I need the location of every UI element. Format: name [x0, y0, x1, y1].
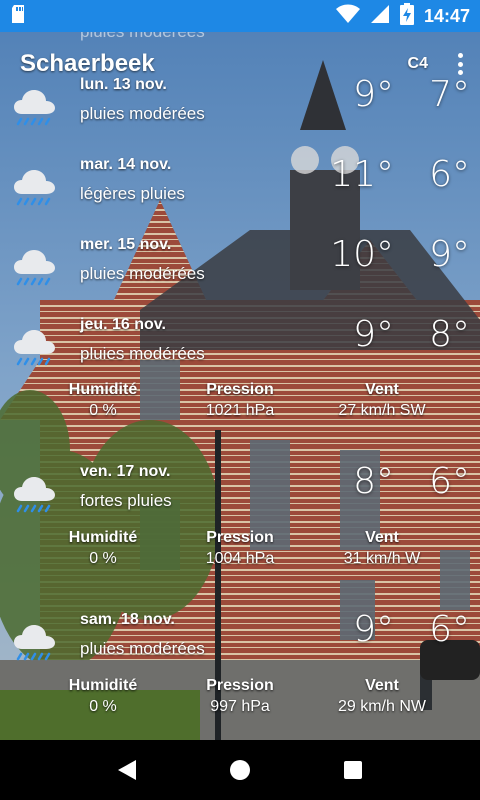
forecast-description: fortes pluies	[80, 491, 172, 510]
humidity-label: Humidité	[68, 529, 138, 546]
humidity-block: Humidité 0 %	[23, 381, 183, 420]
forecast-min-temp: 9°	[429, 234, 470, 275]
forecast-min-temp: 6°	[429, 461, 470, 502]
app-bar: Schaerbeek C4	[0, 32, 480, 96]
forecast-details: Humidité 0 % Pression 1021 hPa Vent 27 k…	[0, 381, 480, 431]
wifi-icon	[335, 4, 360, 29]
pressure-label: Pression	[206, 381, 274, 398]
pressure-label: Pression	[206, 529, 274, 546]
battery-charging-icon	[399, 2, 414, 30]
forecast-description: pluies modérées	[80, 639, 205, 658]
pressure-value: 1021 hPa	[205, 402, 275, 419]
forecast-min-temp: 6°	[429, 154, 470, 195]
forecast-max-temp: 9°	[353, 609, 394, 650]
forecast-description: pluies modérées	[80, 104, 205, 123]
forecast-row[interactable]: mer. 15 nov. pluies modérées 10° 9°	[0, 234, 480, 314]
cell-signal-icon	[370, 4, 390, 29]
rain-cloud-icon	[12, 324, 58, 370]
forecast-date: sam. 18 nov.	[80, 611, 175, 628]
forecast-details: Humidité 0 % Pression 1004 hPa Vent 31 k…	[0, 529, 480, 579]
forecast-description: légères pluies	[80, 184, 185, 203]
wind-block: Vent 31 km/h W	[302, 529, 462, 568]
forecast-list[interactable]: lun. 13 nov. pluies modérées 9° 7° mar. …	[0, 0, 480, 740]
humidity-block: Humidité 0 %	[23, 529, 183, 568]
humidity-value: 0 %	[89, 698, 117, 715]
forecast-max-temp: 10°	[330, 234, 394, 275]
forecast-date: mer. 15 nov.	[80, 236, 172, 253]
forecast-description: pluies modérées	[80, 264, 205, 283]
rain-cloud-icon	[12, 619, 58, 665]
home-circle-icon[interactable]	[220, 750, 260, 790]
navigation-bar	[0, 740, 480, 800]
wind-label: Vent	[365, 677, 399, 694]
sd-card-icon	[10, 4, 28, 29]
forecast-date: ven. 17 nov.	[80, 463, 171, 480]
location-code-button[interactable]: C4	[408, 55, 428, 73]
rain-cloud-icon	[12, 244, 58, 290]
forecast-description: pluies modérées	[80, 344, 205, 363]
wind-label: Vent	[365, 381, 399, 398]
back-triangle-icon[interactable]	[107, 750, 147, 790]
wind-block: Vent 27 km/h SW	[302, 381, 462, 420]
pressure-block: Pression 1004 hPa	[160, 529, 320, 568]
status-bar: 14:47	[0, 0, 480, 32]
pressure-value: 997 hPa	[210, 698, 270, 715]
more-vert-icon[interactable]	[456, 53, 464, 75]
pressure-value: 1004 hPa	[205, 550, 275, 567]
wind-label: Vent	[365, 529, 399, 546]
humidity-label: Humidité	[68, 677, 138, 694]
location-title[interactable]: Schaerbeek	[20, 50, 155, 78]
forecast-min-temp: 8°	[429, 314, 470, 355]
forecast-row[interactable]: mar. 14 nov. légères pluies 11° 6°	[0, 154, 480, 234]
forecast-date: mar. 14 nov.	[80, 156, 172, 173]
forecast-max-temp: 9°	[353, 314, 394, 355]
wind-value: 31 km/h W	[343, 550, 421, 567]
pressure-label: Pression	[206, 677, 274, 694]
pressure-block: Pression 997 hPa	[160, 677, 320, 716]
forecast-max-temp: 8°	[353, 461, 394, 502]
rain-cloud-icon	[12, 471, 58, 517]
recents-square-icon[interactable]	[333, 750, 373, 790]
forecast-details: Humidité 0 % Pression 997 hPa Vent 29 km…	[0, 677, 480, 727]
forecast-max-temp: 11°	[330, 154, 394, 195]
wind-block: Vent 29 km/h NW	[302, 677, 462, 716]
humidity-label: Humidité	[68, 381, 138, 398]
status-time: 14:47	[423, 5, 470, 26]
humidity-value: 0 %	[89, 402, 117, 419]
forecast-min-temp: 6°	[429, 609, 470, 650]
wind-value: 27 km/h SW	[338, 402, 426, 419]
humidity-value: 0 %	[89, 550, 117, 567]
wind-value: 29 km/h NW	[337, 698, 426, 715]
pressure-block: Pression 1021 hPa	[160, 381, 320, 420]
rain-cloud-icon	[12, 164, 58, 210]
humidity-block: Humidité 0 %	[23, 677, 183, 716]
forecast-date: jeu. 16 nov.	[80, 316, 166, 333]
